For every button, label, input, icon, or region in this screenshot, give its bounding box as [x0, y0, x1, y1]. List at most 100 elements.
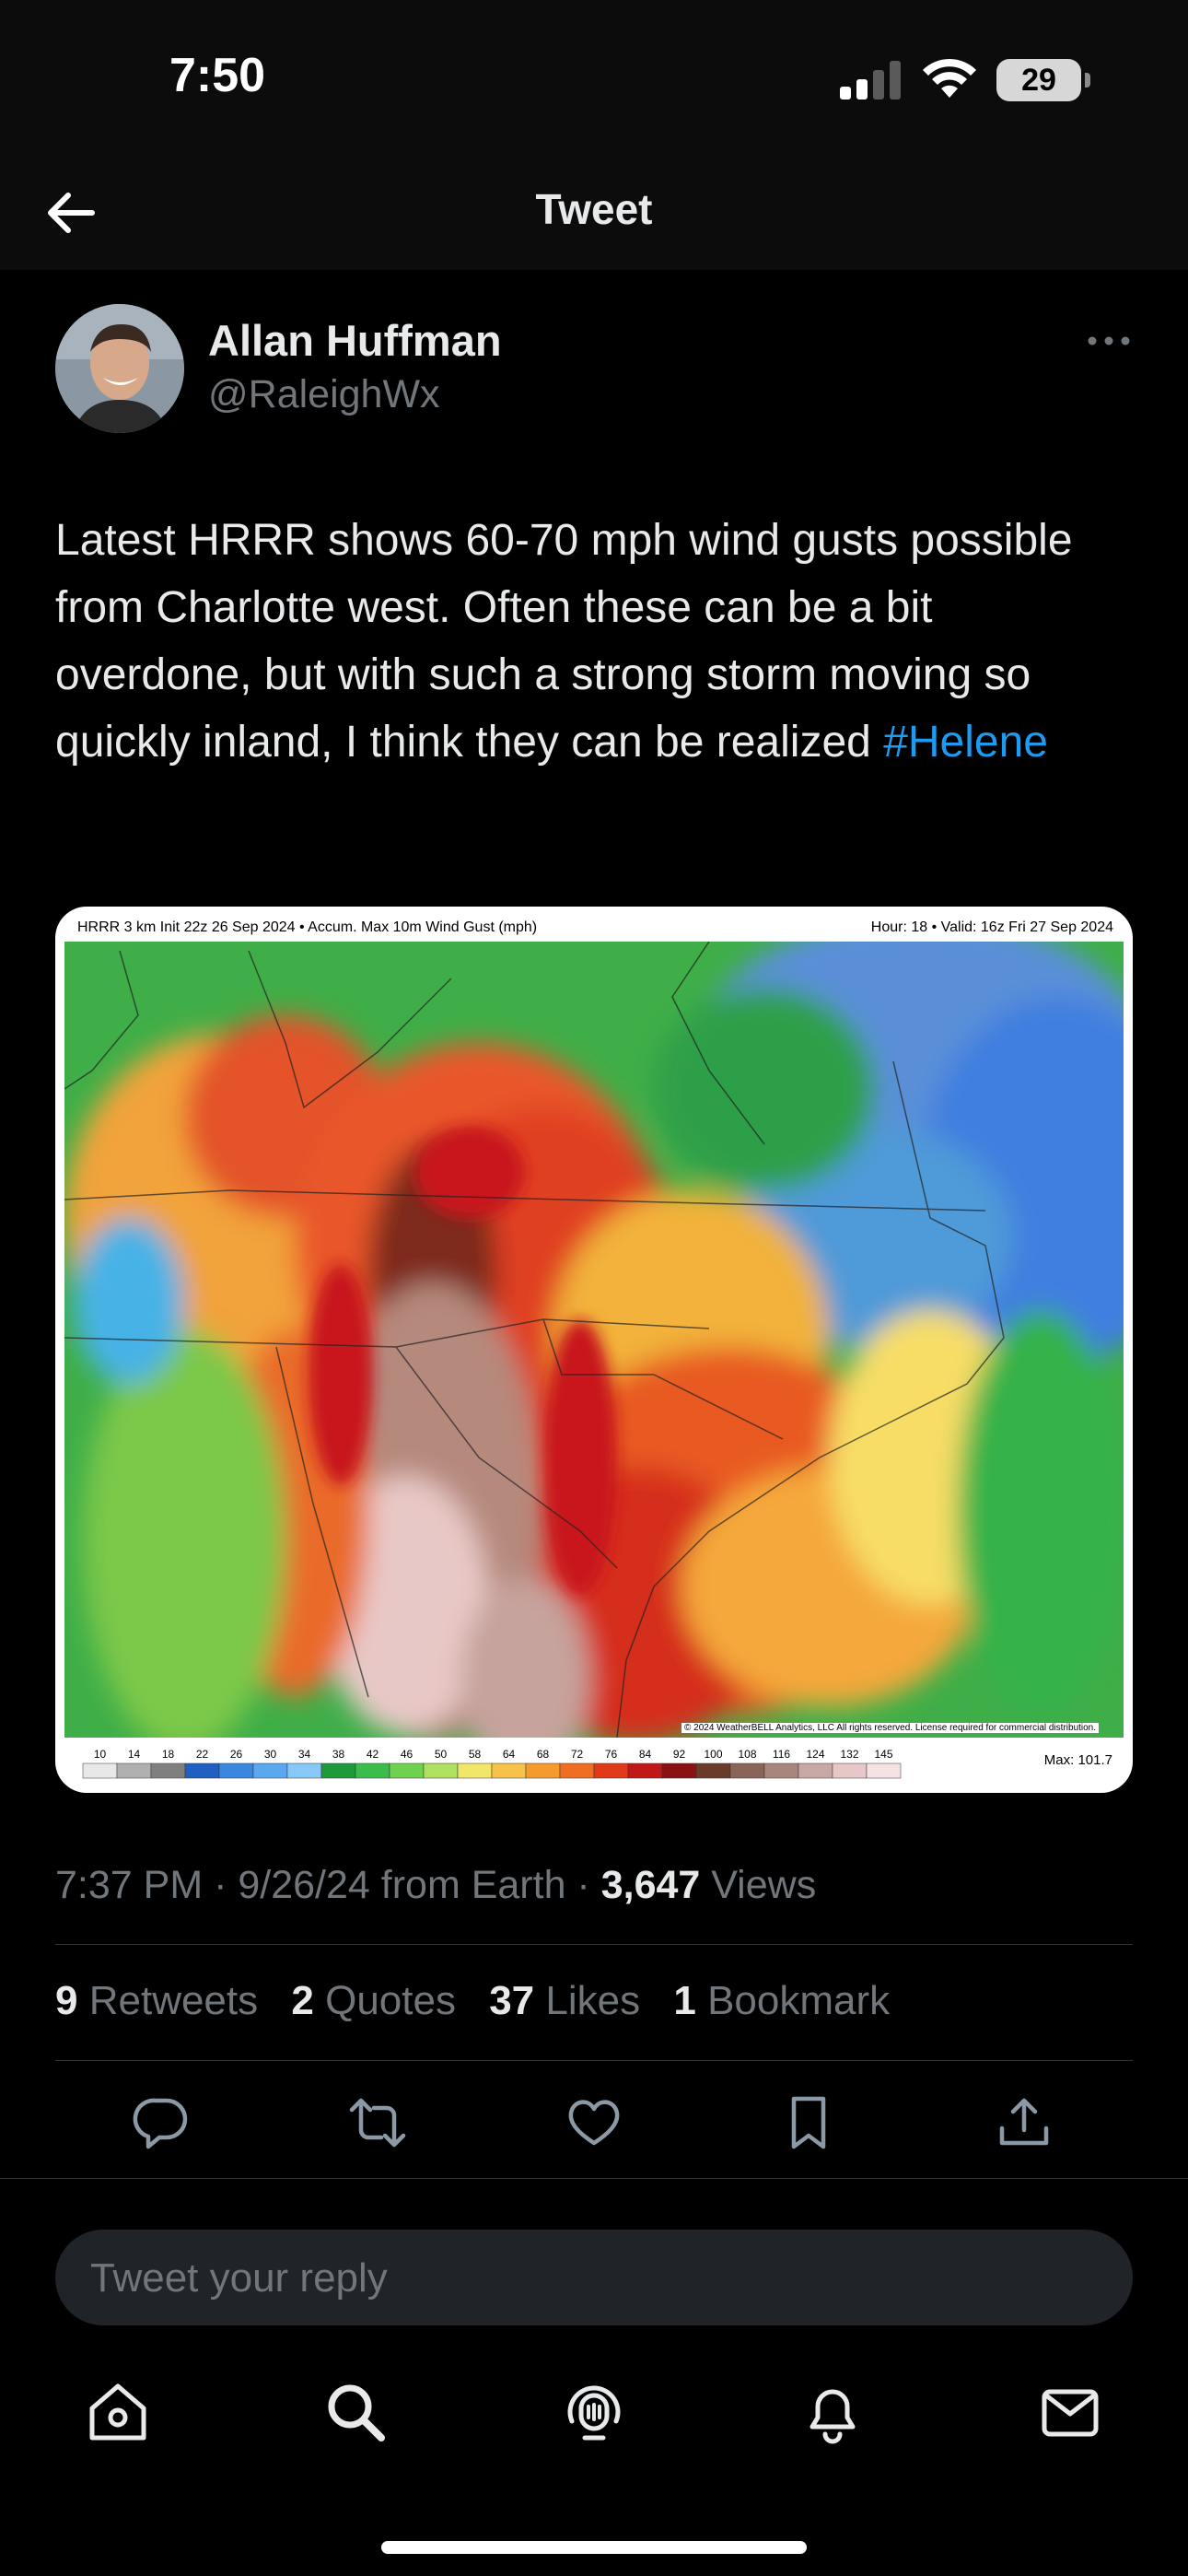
notifications-icon[interactable] [798, 2377, 868, 2447]
retweets-label: Retweets [88, 1978, 259, 2023]
divider [55, 2060, 1133, 2061]
views-label: Views [711, 1863, 817, 1907]
tweet-timestamp: 7:37 PM · 9/26/24 from Earth · [55, 1863, 590, 1907]
share-icon[interactable] [995, 2093, 1054, 2152]
quotes-label: Quotes [325, 1978, 456, 2023]
legend-tick-label: 76 [605, 1748, 618, 1761]
legend-swatch [525, 1762, 561, 1779]
wifi-icon [923, 58, 976, 98]
likes-count: 37 [489, 1978, 535, 2023]
map-header-left: HRRR 3 km Init 22z 26 Sep 2024 • Accum. … [77, 919, 538, 935]
bookmarks-label: Bookmark [707, 1978, 891, 2023]
legend-swatch [355, 1762, 390, 1779]
legend-tick-label: 34 [298, 1748, 311, 1761]
reply-input[interactable] [88, 2230, 1096, 2327]
legend-tick-label: 26 [230, 1748, 243, 1761]
hashtag-link[interactable]: #Helene [883, 718, 1048, 767]
spaces-icon[interactable] [559, 2377, 629, 2447]
map-header-right: Hour: 18 • Valid: 16z Fri 27 Sep 2024 [870, 919, 1113, 935]
legend-swatch [695, 1762, 731, 1779]
legend-swatch [491, 1762, 527, 1779]
legend-tick-label: 14 [128, 1748, 141, 1761]
avatar[interactable] [55, 304, 184, 433]
legend-tick-label: 50 [435, 1748, 448, 1761]
divider [55, 1944, 1133, 1945]
legend-tick-label: 42 [367, 1748, 379, 1761]
map-copyright: © 2024 WeatherBELL Analytics, LLC All ri… [681, 1723, 1100, 1733]
battery-icon: 29 [996, 59, 1090, 101]
views-count: 3,647 [600, 1863, 701, 1907]
likes-label: Likes [545, 1978, 641, 2023]
engagement-stats: 9 Retweets 2 Quotes 37 Likes 1 Bookmark [55, 1978, 912, 2024]
tweet-meta: 7:37 PM · 9/26/24 from Earth · 3,647 Vie… [55, 1863, 816, 1908]
legend-swatch [763, 1762, 799, 1779]
author-name[interactable]: Allan Huffman [208, 315, 502, 366]
legend-tick-label: 30 [264, 1748, 277, 1761]
legend-tick-label: 64 [503, 1748, 516, 1761]
legend-swatch [593, 1762, 629, 1779]
wind-gust-map [64, 942, 1124, 1738]
home-icon[interactable] [83, 2377, 153, 2447]
tweet-text: Latest HRRR shows 60-70 mph wind gusts p… [55, 507, 1133, 776]
legend-swatch [798, 1762, 833, 1779]
legend-swatch [150, 1762, 186, 1779]
more-options-icon[interactable] [1087, 330, 1131, 352]
legend-swatch [661, 1762, 697, 1779]
legend-swatch [286, 1762, 322, 1779]
bottom-tab-bar [0, 2377, 1188, 2478]
legend-swatch [320, 1762, 356, 1779]
legend-tick-label: 46 [401, 1748, 413, 1761]
status-time: 7:50 [169, 49, 266, 102]
retweets-stat[interactable]: 9 Retweets [55, 1978, 258, 2023]
legend-swatch [184, 1762, 220, 1779]
legend-tick-label: 58 [469, 1748, 482, 1761]
map-header: HRRR 3 km Init 22z 26 Sep 2024 • Accum. … [77, 919, 1113, 938]
map-max-label: Max: 101.7 [1043, 1752, 1112, 1768]
bookmarks-count: 1 [673, 1978, 696, 2023]
legend-tick-label: 116 [773, 1748, 790, 1761]
reply-composer[interactable] [55, 2230, 1133, 2327]
avatar-photo [55, 304, 184, 433]
legend-swatch [866, 1762, 902, 1779]
quotes-stat[interactable]: 2 Quotes [291, 1978, 456, 2023]
legend-swatch [457, 1762, 493, 1779]
legend-tick-label: 100 [704, 1748, 722, 1761]
reply-icon[interactable] [132, 2093, 191, 2152]
search-icon[interactable] [320, 2377, 390, 2447]
author-handle[interactable]: @RaleighWx [208, 372, 440, 417]
like-icon[interactable] [565, 2093, 623, 2152]
legend-tick-label: 132 [840, 1748, 858, 1761]
retweet-icon[interactable] [348, 2093, 407, 2152]
legend-swatch [252, 1762, 288, 1779]
legend-swatch [832, 1762, 868, 1779]
bookmarks-stat[interactable]: 1 Bookmark [673, 1978, 890, 2023]
status-bar: 7:50 29 [0, 0, 1188, 157]
quotes-count: 2 [291, 1978, 314, 2023]
legend-swatch [116, 1762, 152, 1779]
legend-tick-label: 22 [196, 1748, 209, 1761]
likes-stat[interactable]: 37 Likes [489, 1978, 640, 2023]
legend-tick-label: 145 [874, 1748, 892, 1761]
bookmark-icon[interactable] [779, 2093, 838, 2152]
messages-icon[interactable] [1035, 2377, 1105, 2447]
legend-tick-label: 124 [806, 1748, 824, 1761]
tweet-actions [0, 2093, 1188, 2158]
legend-tick-label: 92 [673, 1748, 686, 1761]
legend-tick-label: 108 [738, 1748, 756, 1761]
divider [0, 2178, 1188, 2179]
home-indicator [381, 2541, 807, 2554]
color-legend: 10 14 18 22 26 30 34 38 42 46 50 58 64 68 72 76 84 92 100 1… [82, 1748, 902, 1779]
legend-tick-label: 72 [571, 1748, 584, 1761]
cellular-signal-icon [840, 61, 901, 100]
retweets-count: 9 [55, 1978, 78, 2023]
tweet-image[interactable]: HRRR 3 km Init 22z 26 Sep 2024 • Accum. … [55, 907, 1133, 1793]
legend-swatch [729, 1762, 765, 1779]
page-title: Tweet [535, 185, 653, 233]
legend-tick-label: 38 [332, 1748, 345, 1761]
top-nav: Tweet [0, 157, 1188, 270]
legend-tick-label: 18 [162, 1748, 175, 1761]
legend-swatch [559, 1762, 595, 1779]
legend-swatch [82, 1762, 118, 1779]
legend-swatch [423, 1762, 459, 1779]
legend-tick-label: 10 [94, 1748, 107, 1761]
